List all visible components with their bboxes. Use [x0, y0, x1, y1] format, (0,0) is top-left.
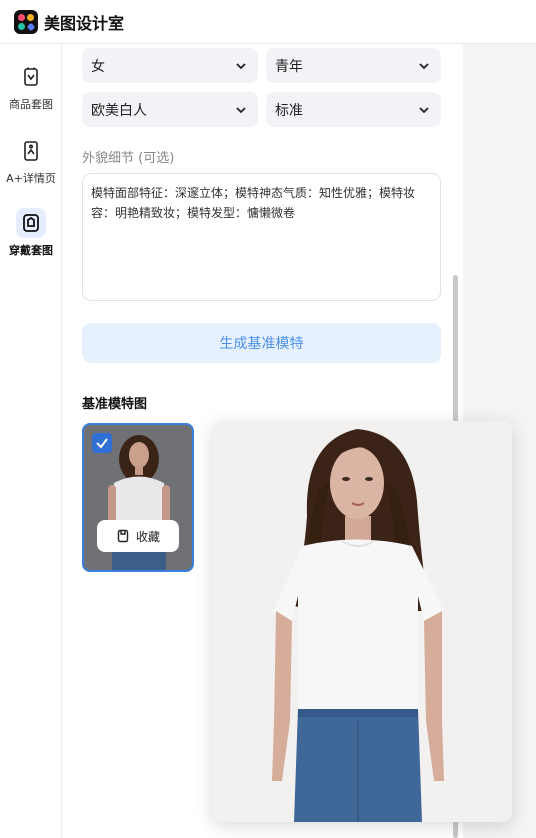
chevron-down-icon: [236, 106, 246, 113]
sidebar-item-product-set[interactable]: 商品套图: [0, 62, 62, 112]
sidebar: 商品套图 A+详情页 穿戴套图: [0, 44, 62, 838]
detail-page-icon: [16, 136, 46, 166]
appearance-textarea[interactable]: 模特面部特征：深邃立体；模特神态气质：知性优雅；模特妆容：明艳精致妆；模特发型：…: [82, 173, 441, 301]
app-header: 美图设计室: [0, 0, 536, 44]
results-title: 基准模特图: [82, 397, 148, 412]
bookmark-icon: [117, 529, 129, 543]
body-type-select[interactable]: 标准: [266, 92, 441, 127]
ethnicity-select[interactable]: 欧美白人: [82, 92, 258, 127]
sidebar-item-label: 商品套图: [9, 98, 53, 111]
chevron-down-icon: [236, 62, 246, 69]
chevron-down-icon: [419, 62, 429, 69]
appearance-label: 外貌细节 (可选): [82, 151, 175, 166]
sidebar-item-detail-page[interactable]: A+详情页: [0, 136, 62, 186]
sidebar-item-wear-set[interactable]: 穿戴套图: [0, 208, 62, 258]
product-set-icon: [16, 62, 46, 92]
selected-checkbox[interactable]: [92, 433, 112, 453]
generate-model-button[interactable]: 生成基准模特: [82, 323, 441, 363]
model-preview-image: [212, 421, 512, 822]
gender-value: 女: [91, 58, 105, 75]
app-title: 美图设计室: [44, 13, 125, 33]
sidebar-item-label: A+详情页: [6, 172, 56, 185]
wear-set-icon: [16, 208, 46, 238]
favorite-button[interactable]: 收藏: [97, 520, 179, 552]
chevron-down-icon: [419, 106, 429, 113]
model-preview-popup: [212, 421, 512, 822]
body-type-value: 标准: [275, 102, 303, 119]
app-logo-icon: [14, 9, 38, 34]
sidebar-item-label: 穿戴套图: [9, 244, 53, 257]
ethnicity-value: 欧美白人: [91, 102, 147, 119]
age-value: 青年: [275, 58, 303, 75]
favorite-label: 收藏: [135, 529, 160, 544]
gender-select[interactable]: 女: [82, 48, 258, 83]
model-thumbnail[interactable]: 收藏: [82, 423, 194, 572]
age-select[interactable]: 青年: [266, 48, 441, 83]
